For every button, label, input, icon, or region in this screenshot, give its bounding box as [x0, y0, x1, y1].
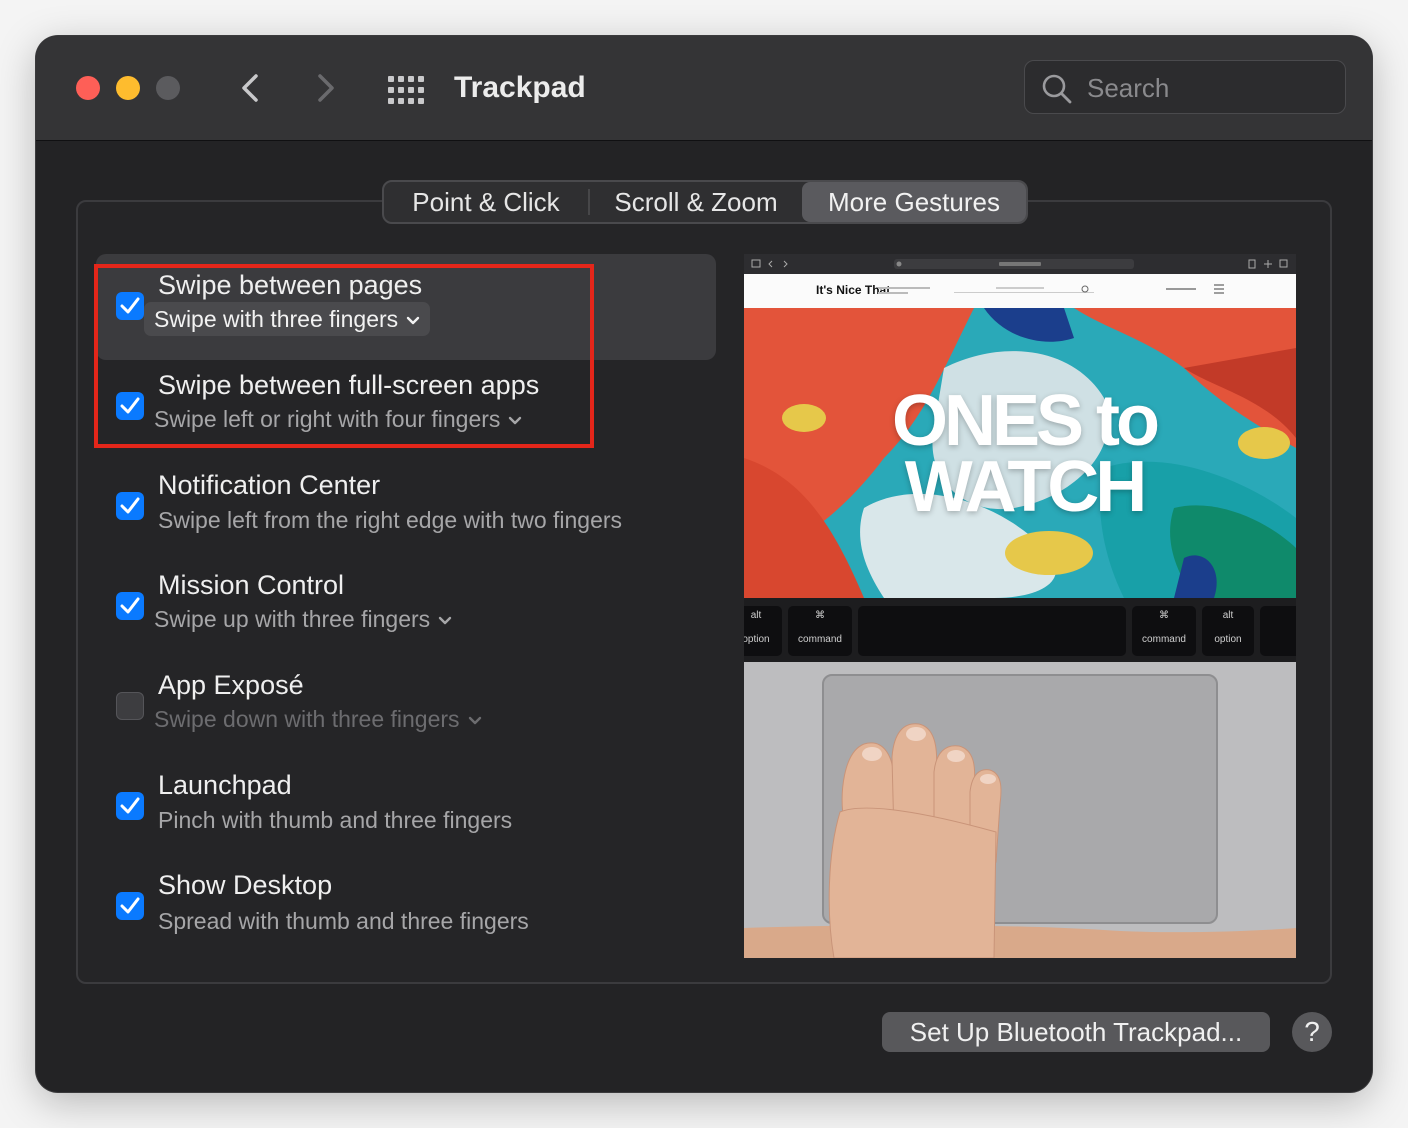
- key-bottom-label: option: [744, 634, 770, 645]
- gesture-row-app-expose[interactable]: App Exposé Swipe down with three fingers: [96, 660, 716, 756]
- gesture-row-notification-center[interactable]: Notification Center Swipe left from the …: [96, 460, 716, 556]
- gesture-title: App Exposé: [158, 670, 304, 700]
- key-bottom-label: option: [1214, 634, 1242, 645]
- preview-artwork: ONES to WATCH: [744, 308, 1296, 598]
- search-field[interactable]: [1024, 60, 1346, 114]
- dropdown-value: Swipe up with three fingers: [154, 606, 431, 632]
- highlight-annotation-box: [94, 264, 594, 448]
- forward-icon[interactable]: [304, 66, 344, 110]
- search-icon: [1041, 73, 1073, 105]
- show-all-grid-icon[interactable]: [386, 70, 426, 110]
- title-bar: Trackpad: [36, 36, 1372, 141]
- setup-bluetooth-trackpad-button[interactable]: Set Up Bluetooth Trackpad...: [882, 1012, 1270, 1052]
- website-header: It's Nice That: [744, 274, 1296, 308]
- tab-bar: Point & Click Scroll & Zoom More Gesture…: [382, 180, 1028, 224]
- gesture-preview-video: It's Nice That ONES to WATCH alt option …: [744, 254, 1296, 958]
- launchpad-checkbox[interactable]: [116, 792, 144, 820]
- help-button[interactable]: ?: [1292, 1012, 1332, 1052]
- key-top-label: ⌘: [815, 610, 825, 621]
- window-title: Trackpad: [454, 71, 586, 104]
- headline-line-1: ONES to: [891, 381, 1160, 461]
- preview-headline: ONES to WATCH: [824, 381, 1224, 527]
- back-icon[interactable]: [232, 66, 272, 110]
- notification-center-checkbox[interactable]: [116, 492, 144, 520]
- tab-more-gestures[interactable]: More Gestures: [802, 182, 1026, 222]
- key-top-label: alt: [750, 610, 762, 621]
- browser-toolbar: [744, 254, 1296, 274]
- tab-scroll-zoom[interactable]: Scroll & Zoom: [590, 182, 802, 222]
- headline-line-2: WATCH: [904, 447, 1148, 527]
- chevron-down-icon: [468, 716, 481, 725]
- close-button[interactable]: [76, 76, 100, 100]
- mission-control-dropdown[interactable]: Swipe up with three fingers: [154, 606, 452, 633]
- gesture-row-show-desktop[interactable]: Show Desktop Spread with thumb and three…: [96, 860, 716, 956]
- option-key: alt option: [1202, 606, 1254, 656]
- gesture-row-launchpad[interactable]: Launchpad Pinch with thumb and three fin…: [96, 760, 716, 856]
- gesture-subtitle: Pinch with thumb and three fingers: [158, 807, 513, 833]
- space-bar: [858, 606, 1126, 656]
- laptop-palm-rest: [744, 662, 1296, 958]
- search-input[interactable]: [1085, 69, 1329, 107]
- gesture-subtitle: Spread with thumb and three fingers: [158, 908, 529, 934]
- command-key: ⌘ command: [788, 606, 852, 656]
- app-expose-checkbox[interactable]: [116, 692, 144, 720]
- gesture-subtitle: Swipe left from the right edge with two …: [158, 507, 623, 533]
- gesture-title: Launchpad: [158, 770, 292, 800]
- zoom-button[interactable]: [156, 76, 180, 100]
- gesture-title: Notification Center: [158, 470, 381, 500]
- tab-point-click[interactable]: Point & Click: [384, 182, 588, 222]
- key-top-label: ⌘: [1159, 610, 1169, 621]
- keyboard-row: alt option ⌘ command ⌘ command alt optio…: [744, 598, 1296, 662]
- option-key: alt option: [744, 606, 782, 656]
- key-bottom-label: command: [1142, 634, 1186, 645]
- arrow-left-key: [1260, 606, 1296, 656]
- app-expose-dropdown[interactable]: Swipe down with three fingers: [154, 706, 482, 733]
- hand-illustration: [744, 723, 1296, 958]
- gesture-title: Mission Control: [158, 570, 345, 600]
- chevron-down-icon: [438, 616, 452, 625]
- gesture-title: Show Desktop: [158, 870, 333, 900]
- command-key: ⌘ command: [1132, 606, 1196, 656]
- key-top-label: alt: [1222, 610, 1234, 621]
- preferences-window: Trackpad Point & Click Scroll & Zoom Mor…: [36, 36, 1372, 1092]
- gesture-row-mission-control[interactable]: Mission Control Swipe up with three fing…: [96, 560, 716, 656]
- minimize-button[interactable]: [116, 76, 140, 100]
- mission-control-checkbox[interactable]: [116, 592, 144, 620]
- key-bottom-label: command: [798, 634, 842, 645]
- dropdown-value: Swipe down with three fingers: [154, 706, 460, 732]
- show-desktop-checkbox[interactable]: [116, 892, 144, 920]
